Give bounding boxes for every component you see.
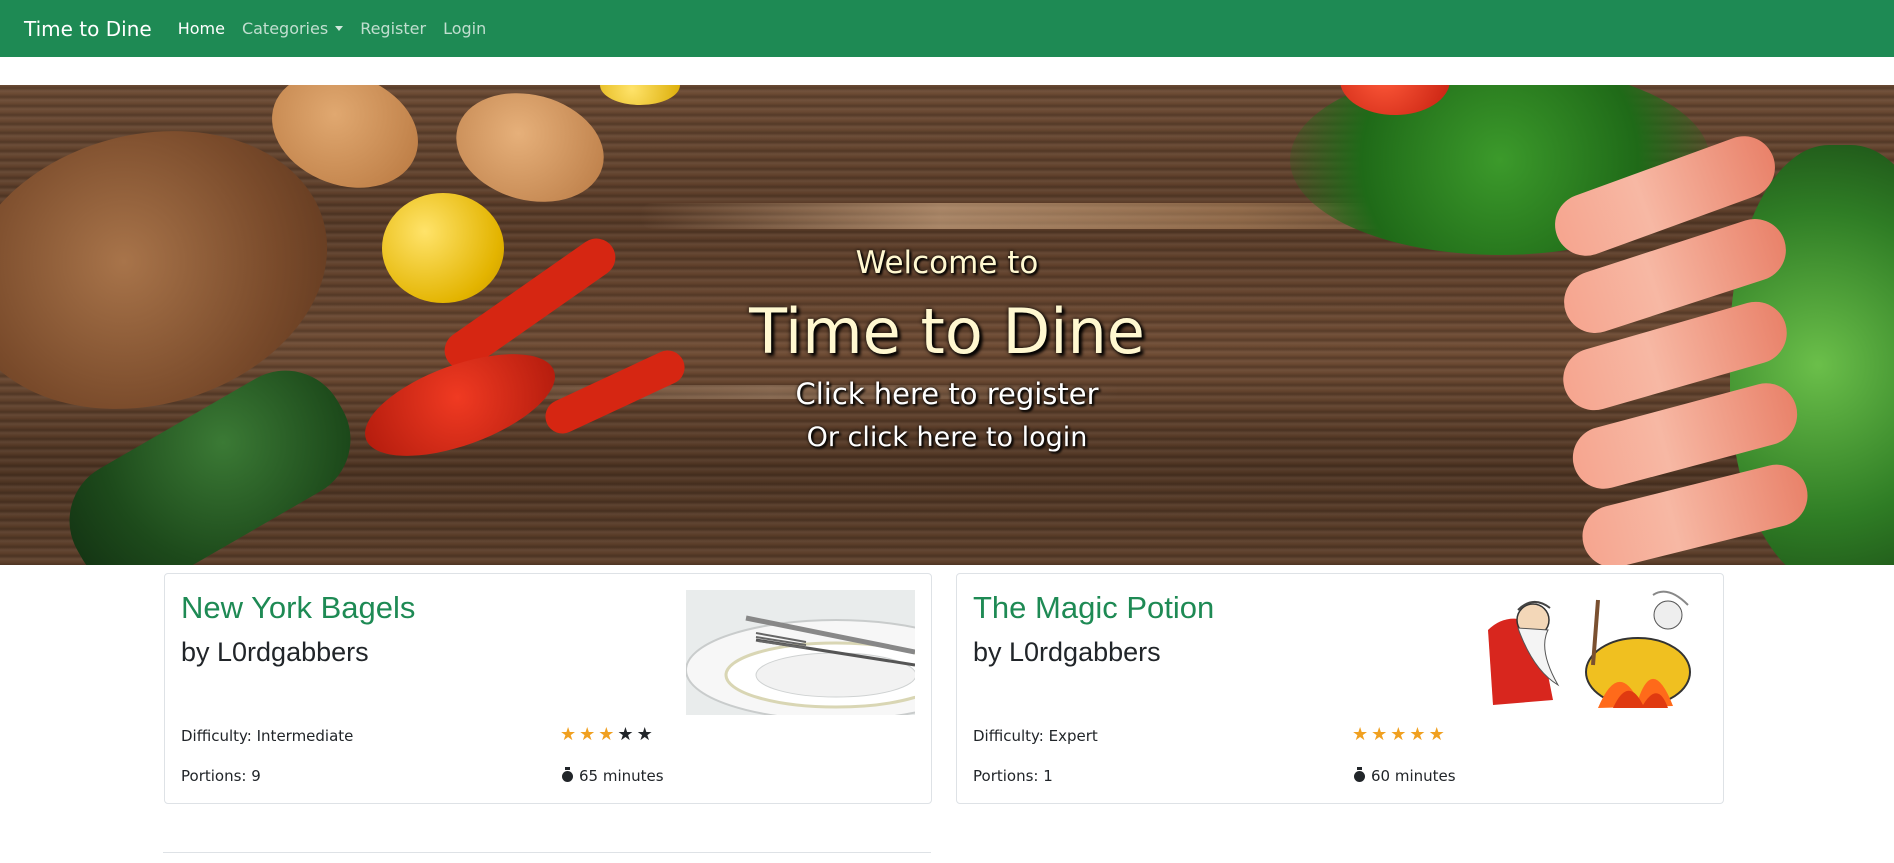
- rating-stars: ★ ★ ★ ★ ★: [560, 725, 653, 745]
- recipe-author: by L0rdgabbers: [181, 637, 369, 667]
- navbar: Time to Dine Home Categories Register Lo…: [0, 0, 1894, 57]
- recipe-title[interactable]: New York Bagels: [181, 590, 415, 626]
- plate-fork-image: [686, 590, 915, 715]
- chevron-down-icon: [335, 26, 344, 31]
- nav-link-categories-label: Categories: [241, 19, 329, 38]
- recipe-card[interactable]: The Magic Potion by L0rdgabbers Difficul…: [956, 573, 1724, 804]
- star-icon: ★: [1371, 724, 1388, 745]
- nav-link-categories[interactable]: Categories: [241, 19, 344, 38]
- recipe-image[interactable]: [1478, 590, 1707, 715]
- star-icon: ★: [617, 724, 634, 745]
- stopwatch-icon: [1354, 767, 1365, 782]
- nav-link-login[interactable]: Login: [443, 19, 486, 38]
- recipe-time: 60 minutes: [1354, 767, 1456, 785]
- druid-cauldron-image: [1478, 590, 1707, 715]
- hero-welcome: Welcome to: [855, 245, 1039, 281]
- recipe-card-partial: [163, 852, 931, 863]
- star-icon: ★: [636, 724, 653, 745]
- recipe-time-label: 65 minutes: [579, 767, 664, 785]
- hero-banner: Welcome to Time to Dine Click here to re…: [0, 85, 1894, 565]
- recipe-author: by L0rdgabbers: [973, 637, 1161, 667]
- recipe-difficulty: Difficulty: Intermediate: [181, 727, 354, 745]
- star-icon: ★: [560, 724, 577, 745]
- lemon-image: [600, 85, 680, 105]
- rating-stars: ★ ★ ★ ★ ★: [1352, 725, 1445, 745]
- recipe-image[interactable]: [686, 590, 915, 715]
- star-icon: ★: [1352, 724, 1369, 745]
- nav-link-register[interactable]: Register: [360, 19, 426, 38]
- recipe-title[interactable]: The Magic Potion: [973, 590, 1214, 626]
- recipe-portions: Portions: 9: [181, 767, 261, 785]
- hero-register-link[interactable]: Click here to register: [0, 377, 1894, 411]
- stopwatch-icon: [562, 767, 573, 782]
- recipe-card[interactable]: New York Bagels by L0rdgabbers Difficult…: [164, 573, 932, 804]
- recipe-portions: Portions: 1: [973, 767, 1053, 785]
- star-icon: ★: [1409, 724, 1426, 745]
- star-icon: ★: [579, 724, 596, 745]
- star-icon: ★: [1428, 724, 1445, 745]
- star-icon: ★: [1390, 724, 1407, 745]
- hero-login-link[interactable]: Or click here to login: [0, 422, 1894, 453]
- hero-title: Time to Dine: [749, 295, 1145, 368]
- star-icon: ★: [598, 724, 615, 745]
- recipe-time-label: 60 minutes: [1371, 767, 1456, 785]
- recipe-time: 65 minutes: [562, 767, 664, 785]
- recipe-difficulty: Difficulty: Expert: [973, 727, 1098, 745]
- navbar-brand[interactable]: Time to Dine: [24, 17, 152, 41]
- nav-link-home[interactable]: Home: [178, 19, 225, 38]
